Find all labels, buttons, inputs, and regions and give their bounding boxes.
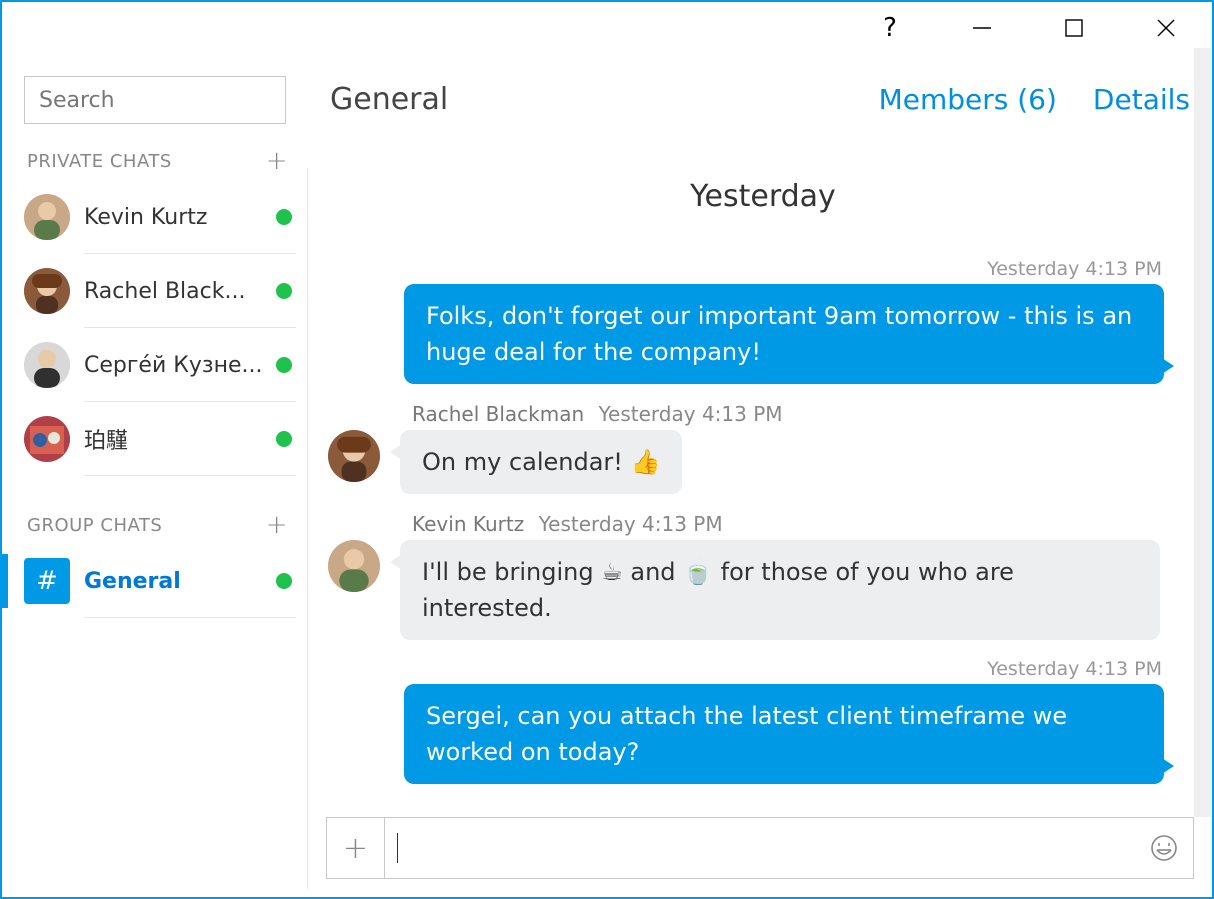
add-private-chat-button[interactable]: +	[266, 148, 288, 174]
scrollbar[interactable]	[1194, 48, 1212, 817]
message-timestamp: Yesterday 4:13 PM	[987, 258, 1162, 280]
plus-icon: +	[343, 831, 368, 866]
help-icon: ?	[883, 13, 897, 43]
private-chats-label: PRIVATE CHATS	[27, 151, 172, 172]
emoji-icon	[1149, 833, 1179, 863]
avatar	[24, 342, 70, 388]
presence-indicator	[276, 573, 292, 589]
minimize-button[interactable]	[936, 8, 1028, 48]
chat-item-name: Kevin Kurtz	[84, 205, 268, 230]
chat-item-general[interactable]: # General	[2, 544, 308, 618]
presence-indicator	[276, 431, 292, 447]
channel-hash-icon: #	[24, 558, 70, 604]
composer: +	[326, 817, 1194, 879]
message-avatar	[328, 540, 380, 592]
chat-pane: General Members (6) Details Yesterday Ye…	[308, 48, 1212, 897]
chat-title: General	[330, 82, 879, 117]
search-input[interactable]	[39, 88, 271, 113]
close-button[interactable]	[1120, 8, 1212, 48]
presence-indicator	[276, 357, 292, 373]
message-bubble[interactable]: On my calendar! 👍	[400, 430, 682, 494]
app-body: PRIVATE CHATS + Kevin Kurtz Rachel Bla	[2, 48, 1212, 897]
members-link[interactable]: Members (6)	[879, 83, 1057, 116]
message-bubble[interactable]: Folks, don't forget our important 9am to…	[404, 284, 1164, 384]
private-chats-header: PRIVATE CHATS +	[2, 142, 308, 180]
chat-item-name: Rachel Black...	[84, 279, 268, 304]
search-box[interactable]	[24, 76, 286, 124]
message-bubble[interactable]: Sergei, can you attach the latest client…	[404, 684, 1164, 784]
chat-item-rachel[interactable]: Rachel Black...	[2, 254, 308, 328]
avatar	[24, 268, 70, 314]
minimize-icon	[972, 18, 992, 38]
text-caret	[397, 833, 398, 863]
help-button[interactable]: ?	[844, 8, 936, 48]
message-meta: Rachel Blackman Yesterday 4:13 PM	[400, 402, 1198, 426]
message-author: Rachel Blackman	[412, 402, 584, 426]
titlebar: ?	[2, 2, 1212, 48]
chat-header-links: Members (6) Details	[879, 83, 1190, 116]
message-avatar	[328, 430, 380, 482]
private-chat-list: Kevin Kurtz Rachel Black... Се	[2, 180, 308, 476]
message-meta: Kevin Kurtz Yesterday 4:13 PM	[400, 512, 1198, 536]
avatar	[24, 194, 70, 240]
message-author: Kevin Kurtz	[412, 512, 524, 536]
chat-item-name: General	[84, 569, 268, 594]
group-chat-list: # General	[2, 544, 308, 618]
chat-item-sergei[interactable]: Серге́й Кузне...	[2, 328, 308, 402]
message-timestamp: Yesterday 4:13 PM	[539, 512, 723, 536]
close-icon	[1156, 18, 1176, 38]
message-incoming: Kevin Kurtz Yesterday 4:13 PM I'll be br…	[328, 512, 1198, 640]
message-incoming: Rachel Blackman Yesterday 4:13 PM On my …	[328, 402, 1198, 494]
date-separator: Yesterday	[328, 179, 1198, 214]
group-chats-label: GROUP CHATS	[27, 515, 162, 536]
app-window: ? PRIVATE CHATS +	[0, 0, 1214, 899]
attach-button[interactable]: +	[327, 818, 385, 878]
chat-header: General Members (6) Details	[308, 48, 1212, 129]
details-link[interactable]: Details	[1093, 83, 1190, 116]
message-timestamp: Yesterday 4:13 PM	[599, 402, 783, 426]
chat-item-name: 珀騹	[84, 423, 268, 455]
chat-item-perqi[interactable]: 珀騹	[2, 402, 308, 476]
add-group-chat-button[interactable]: +	[266, 512, 288, 538]
composer-input[interactable]	[385, 818, 1135, 878]
messages-scroll[interactable]: Yesterday Yesterday 4:13 PM Folks, don't…	[308, 129, 1212, 817]
message-outgoing: Yesterday 4:13 PM Folks, don't forget ou…	[328, 258, 1198, 384]
sidebar: PRIVATE CHATS + Kevin Kurtz Rachel Bla	[2, 48, 308, 897]
chat-item-name: Серге́й Кузне...	[84, 353, 268, 378]
message-bubble[interactable]: I'll be bringing ☕ and 🍵 for those of yo…	[400, 540, 1160, 640]
presence-indicator	[276, 283, 292, 299]
chat-item-kevin[interactable]: Kevin Kurtz	[2, 180, 308, 254]
presence-indicator	[276, 209, 292, 225]
maximize-icon	[1064, 18, 1084, 38]
message-timestamp: Yesterday 4:13 PM	[987, 658, 1162, 680]
message-outgoing: Yesterday 4:13 PM Sergei, can you attach…	[328, 658, 1198, 784]
emoji-button[interactable]	[1135, 818, 1193, 878]
maximize-button[interactable]	[1028, 8, 1120, 48]
group-chats-header: GROUP CHATS +	[2, 506, 308, 544]
avatar	[24, 416, 70, 462]
